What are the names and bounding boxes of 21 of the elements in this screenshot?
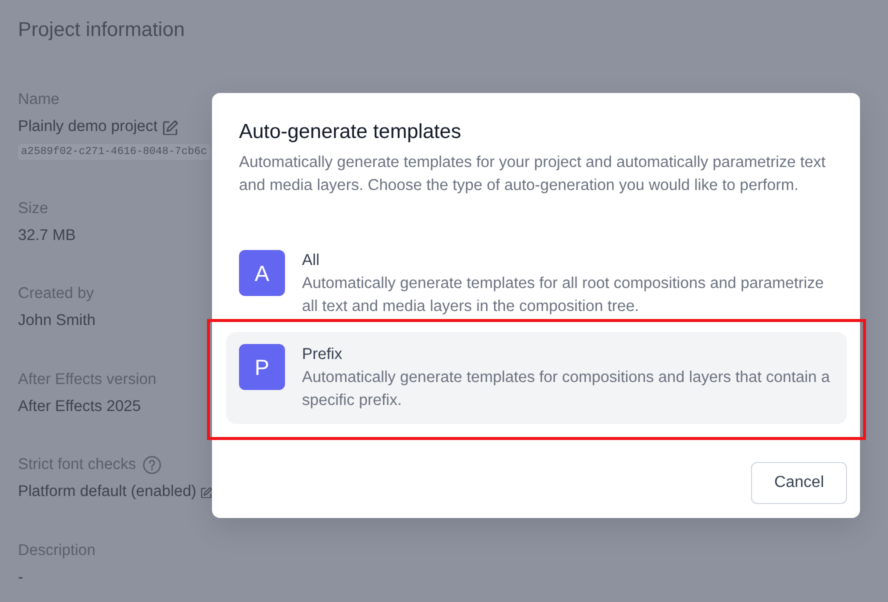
letter-tile: A [239, 250, 285, 296]
project-id: a2589f02-c271-4616-8048-7cb6c [18, 144, 210, 160]
page-title: Project information [18, 18, 185, 43]
option-title: All [302, 251, 321, 271]
cancel-button[interactable]: Cancel [751, 462, 847, 504]
option-title: Prefix [302, 345, 344, 365]
help-icon[interactable] [143, 456, 162, 474]
field-value: John Smith [18, 311, 96, 331]
field-value: 32.7 MB [18, 226, 76, 246]
letter-tile: P [239, 344, 285, 390]
option-description: Automatically generate templates for all root compositions and parametrize all text and media layers in the composition tree. [302, 274, 825, 317]
field-value: After Effects 2025 [18, 396, 141, 416]
field-value: Platform default (enabled) [18, 482, 196, 502]
option-item[interactable]: A All Automatically generate templates for all root compositions and parametrize all text and media layers in the composition tree. [226, 238, 847, 330]
dialog-description: Automatically generate templates for your project and automatically parametrize text and media layers. Choose the type of auto-generation you would like to perform. [239, 152, 827, 196]
pencil-icon[interactable] [201, 486, 212, 498]
field-value: - [18, 568, 24, 588]
dialog-title: Auto-generate templates [239, 120, 462, 145]
option-description: Automatically generate templates for compositions and layers that contain a specific prefix. [302, 368, 831, 411]
field-value: Plainly demo project [18, 117, 158, 137]
option-item[interactable]: P Prefix Automatically generate templates for compositions and layers that contain a specific prefix. [226, 332, 847, 424]
